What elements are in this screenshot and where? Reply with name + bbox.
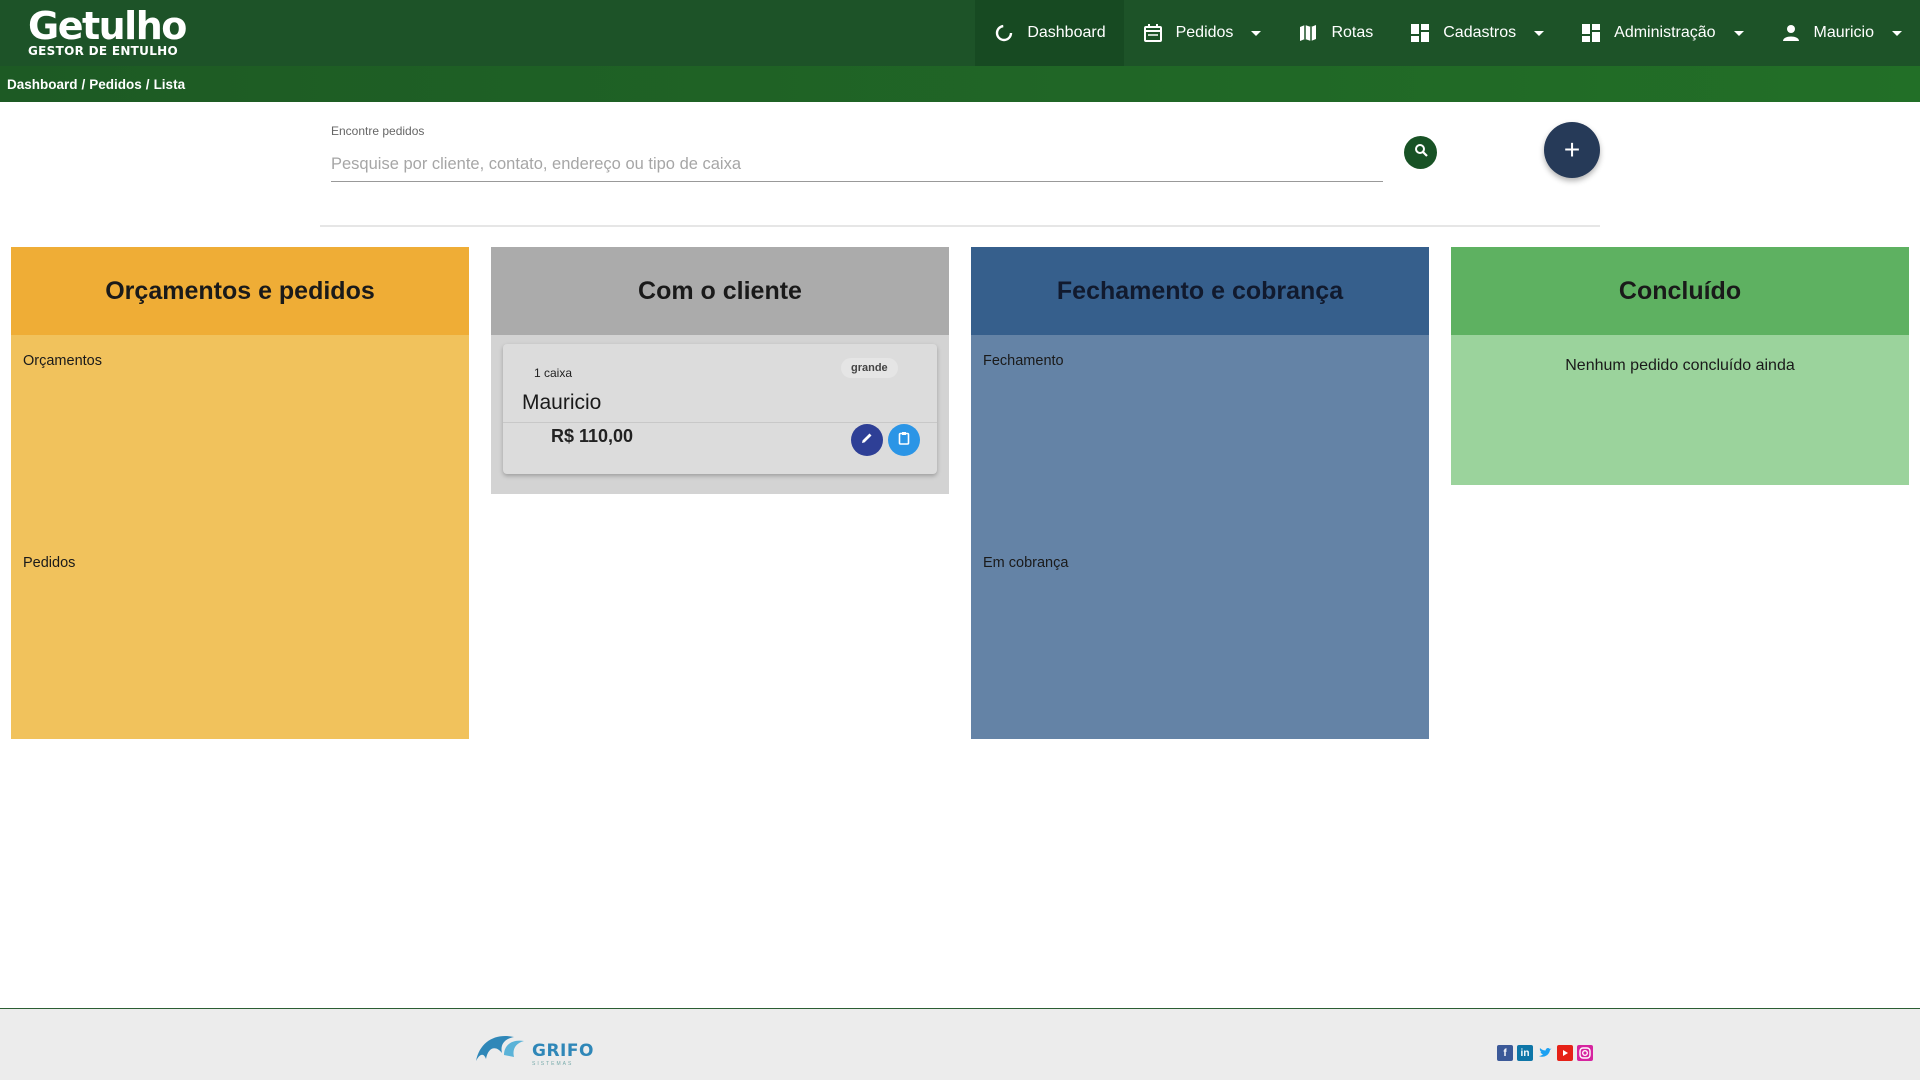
- grifo-wave-icon: [474, 1031, 526, 1070]
- grid-icon: [1409, 22, 1431, 44]
- nav-cadastros[interactable]: Cadastros: [1391, 0, 1562, 66]
- column-fechamento-cobranca: Fechamento e cobrança Fechamento Em cobr…: [971, 247, 1429, 739]
- column-title: Com o cliente: [491, 247, 949, 335]
- divider: [320, 225, 1600, 227]
- dashboard-icon: [993, 22, 1015, 44]
- edit-button[interactable]: [851, 424, 883, 456]
- column-orcamentos-pedidos: Orçamentos e pedidos Orçamentos Pedidos: [11, 247, 469, 739]
- nav-cadastros-label: Cadastros: [1443, 24, 1517, 41]
- nav-pedidos-label: Pedidos: [1175, 24, 1234, 41]
- footer: GRIFO SISTEMAS f in: [0, 1008, 1920, 1080]
- search-label: Encontre pedidos: [331, 124, 425, 138]
- app-logo[interactable]: Getulho GESTOR DE ENTULHO: [28, 6, 188, 60]
- add-order-button[interactable]: +: [1544, 122, 1600, 178]
- card-divider: [503, 422, 937, 423]
- column-body: Nenhum pedido concluído ainda: [1451, 335, 1909, 485]
- linkedin-icon[interactable]: in: [1517, 1045, 1533, 1061]
- column-body: Fechamento Em cobrança: [971, 335, 1429, 739]
- logo-tagline: GESTOR DE ENTULHO: [28, 44, 178, 58]
- clipboard-icon: [897, 431, 911, 450]
- chevron-down-icon: [1534, 30, 1545, 36]
- top-navbar: Getulho GESTOR DE ENTULHO Dashboard Pedi…: [0, 0, 1920, 66]
- column-title: Concluído: [1451, 247, 1909, 335]
- breadcrumb-dashboard[interactable]: Dashboard: [7, 77, 78, 92]
- logo-brand: Getulho: [28, 4, 187, 48]
- nav-pedidos[interactable]: Pedidos: [1124, 0, 1280, 66]
- facebook-icon[interactable]: f: [1497, 1045, 1513, 1061]
- section-pedidos: Pedidos: [23, 555, 76, 571]
- user-icon: [1780, 22, 1802, 44]
- partner-tag: SISTEMAS: [532, 1061, 574, 1067]
- card-price: R$ 110,00: [551, 426, 634, 446]
- breadcrumb-separator: /: [81, 76, 86, 92]
- column-com-o-cliente: Com o cliente 1 caixa grande Mauricio R$…: [491, 247, 949, 494]
- section-orcamentos: Orçamentos: [23, 353, 102, 369]
- chevron-down-icon: [1733, 30, 1744, 36]
- nav-administracao[interactable]: Administração: [1562, 0, 1761, 66]
- search-area: Encontre pedidos: [331, 124, 1383, 182]
- nav-administracao-label: Administração: [1614, 24, 1716, 41]
- plus-icon: +: [1563, 134, 1581, 165]
- card-client-name: Mauricio: [522, 391, 602, 414]
- section-fechamento: Fechamento: [983, 353, 1064, 369]
- column-body: 1 caixa grande Mauricio R$ 110,00: [491, 335, 949, 494]
- grid-icon: [1580, 22, 1602, 44]
- order-card[interactable]: 1 caixa grande Mauricio R$ 110,00: [503, 344, 937, 474]
- breadcrumb-pedidos[interactable]: Pedidos: [89, 77, 142, 92]
- instagram-icon[interactable]: [1577, 1045, 1593, 1061]
- search-input[interactable]: [331, 148, 1383, 182]
- clipboard-button[interactable]: [888, 424, 920, 456]
- breadcrumb-lista: Lista: [153, 76, 186, 92]
- chevron-down-icon: [1251, 30, 1262, 36]
- card-size-chip: grande: [841, 358, 898, 378]
- column-title: Orçamentos e pedidos: [11, 247, 469, 335]
- social-links: f in: [1497, 1045, 1593, 1061]
- nav-dashboard[interactable]: Dashboard: [975, 0, 1124, 66]
- breadcrumb-separator: /: [145, 76, 150, 92]
- youtube-icon[interactable]: [1557, 1045, 1573, 1061]
- search-button[interactable]: [1404, 136, 1437, 169]
- partner-name: GRIFO: [532, 1040, 594, 1061]
- pencil-icon: [860, 431, 874, 450]
- column-body: Orçamentos Pedidos: [11, 335, 469, 739]
- breadcrumb: Dashboard / Pedidos / Lista: [0, 66, 1920, 102]
- section-em-cobranca: Em cobrança: [983, 555, 1069, 571]
- card-quantity: 1 caixa: [534, 366, 573, 380]
- nav-rotas[interactable]: Rotas: [1279, 0, 1391, 66]
- nav-dashboard-label: Dashboard: [1027, 24, 1106, 41]
- chevron-down-icon: [1892, 30, 1902, 36]
- map-icon: [1297, 22, 1319, 44]
- nav-user-menu[interactable]: Mauricio: [1762, 0, 1920, 66]
- nav-user-label: Mauricio: [1813, 24, 1874, 41]
- empty-state-message: Nenhum pedido concluído ainda: [1565, 357, 1795, 374]
- twitter-icon[interactable]: [1537, 1045, 1553, 1061]
- calendar-icon: [1142, 22, 1164, 44]
- column-title: Fechamento e cobrança: [971, 247, 1429, 335]
- grifo-logo[interactable]: GRIFO SISTEMAS: [474, 1031, 594, 1070]
- search-icon: [1414, 143, 1428, 162]
- main-nav: Dashboard Pedidos Rotas Cadastros Admini…: [975, 0, 1920, 66]
- nav-rotas-label: Rotas: [1331, 24, 1374, 41]
- column-concluido: Concluído Nenhum pedido concluído ainda: [1451, 247, 1909, 485]
